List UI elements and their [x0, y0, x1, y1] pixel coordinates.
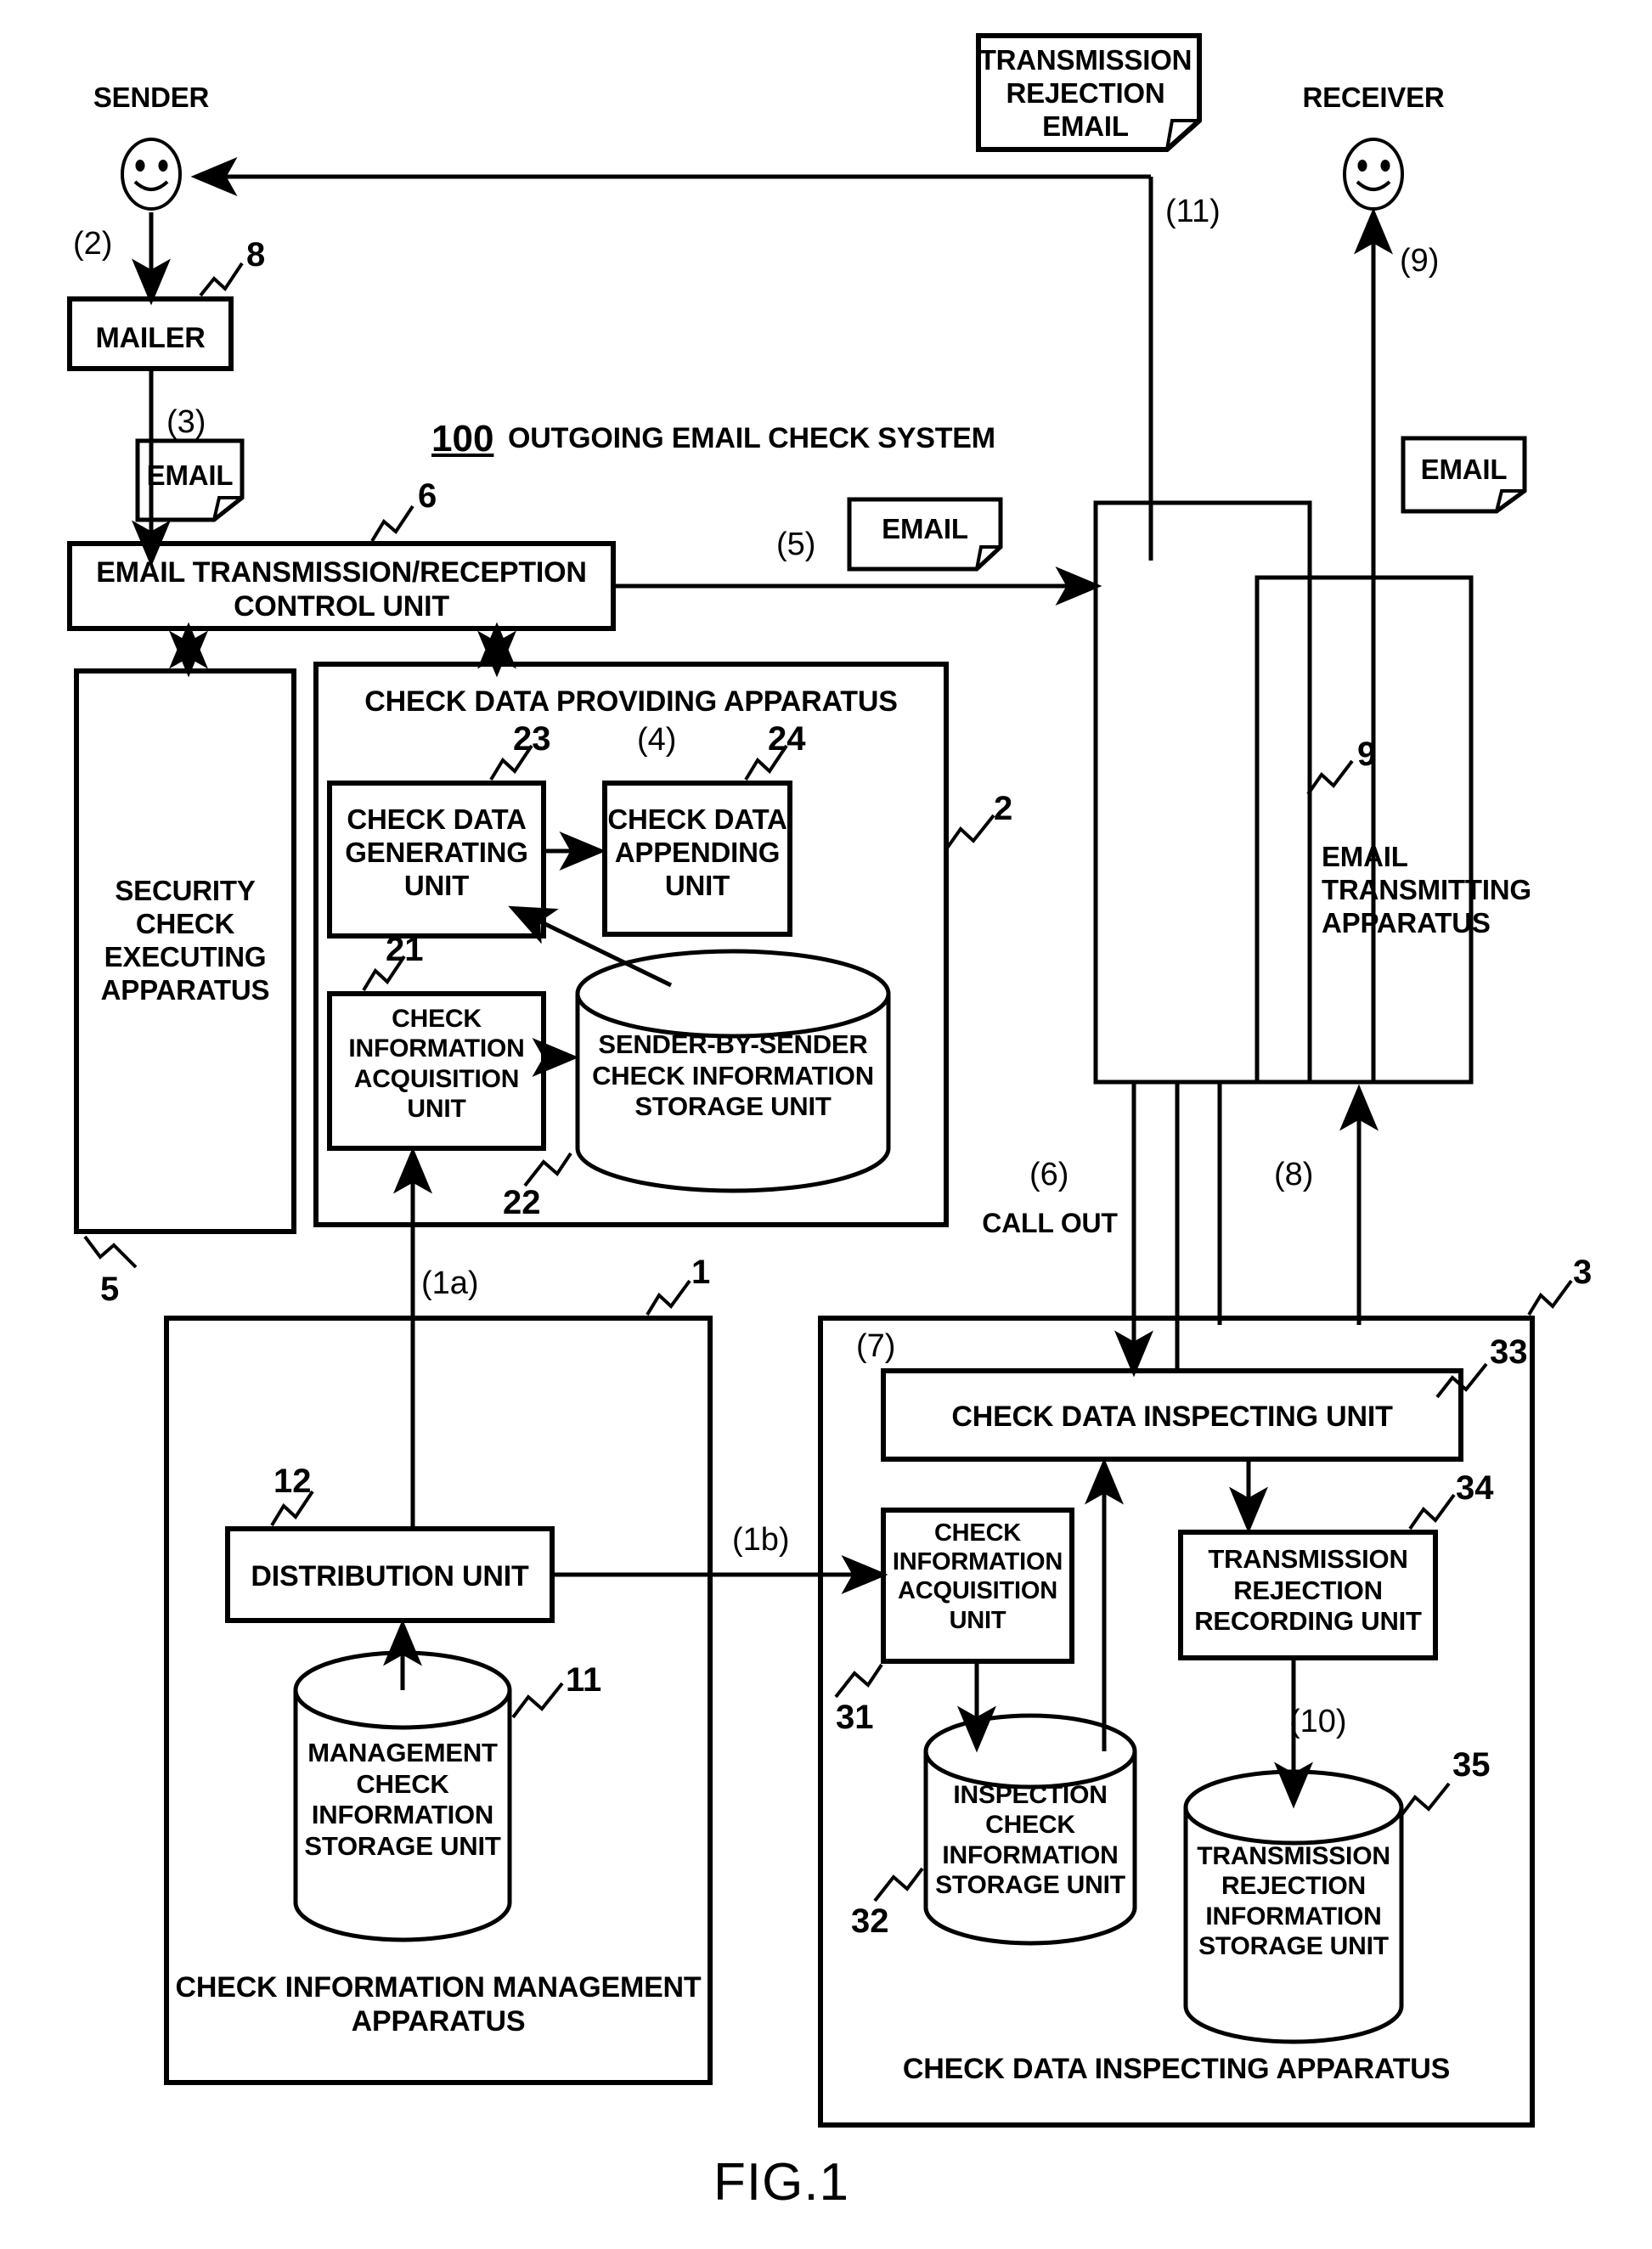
transmission-rejection-recording-unit-label: TRANSMISSION REJECTION RECORDING UNIT — [1194, 1544, 1422, 1637]
ref-32: 32 — [851, 1902, 889, 1940]
ref-24: 24 — [768, 720, 806, 758]
ref-8: 8 — [246, 236, 266, 273]
check-information-management-apparatus-label: CHECK INFORMATION MANAGEMENT APPARATUS — [175, 1971, 702, 2038]
ref-31: 31 — [836, 1699, 874, 1736]
email-control-unit-label: EMAIL TRANSMISSION/RECEPTION CONTROL UNI… — [96, 556, 587, 623]
system-title: OUTGOING EMAIL CHECK SYSTEM — [508, 422, 995, 454]
email-doc-receiver-label: EMAIL — [1420, 454, 1508, 485]
check-data-providing-apparatus-label: CHECK DATA PROVIDING APPARATUS — [364, 685, 898, 718]
distribution-unit-label: DISTRIBUTION UNIT — [251, 1560, 529, 1592]
step-5-label: (5) — [776, 527, 816, 562]
transmission-rejection-storage-label: TRANSMISSION REJECTION INFORMATION STORA… — [1197, 1842, 1390, 1961]
receiver-label: RECEIVER — [1302, 82, 1445, 113]
sender-face-outline — [121, 138, 182, 211]
inspection-check-storage-label: INSPECTION CHECK INFORMATION STORAGE UNI… — [935, 1781, 1125, 1900]
step-1b-label: (1b) — [732, 1522, 790, 1558]
receiver-face-outline — [1343, 138, 1404, 211]
ref-11: 11 — [566, 1661, 602, 1699]
ref-6: 6 — [418, 477, 437, 515]
step-3-label: (3) — [166, 404, 206, 440]
check-data-inspecting-apparatus-label: CHECK DATA INSPECTING APPARATUS — [902, 2053, 1451, 2085]
check-information-acquisition-unit-2-label: CHECK INFORMATION ACQUISITION UNIT — [348, 1005, 525, 1124]
ref-9: 9 — [1357, 736, 1377, 773]
email-doc-3-label: EMAIL — [146, 459, 234, 491]
security-check-apparatus-label: SECURITY CHECK EXECUTING APPARATUS — [100, 875, 270, 1006]
ref-5: 5 — [100, 1271, 120, 1308]
step-9-label: (9) — [1400, 243, 1440, 279]
ref-1: 1 — [691, 1254, 711, 1291]
step-10-label: (10) — [1289, 1704, 1347, 1739]
step-6-label: (6) — [1029, 1157, 1069, 1192]
step-11-label: (11) — [1165, 194, 1221, 229]
ref-22: 22 — [503, 1184, 541, 1221]
step-1a-label: (1a) — [421, 1265, 479, 1301]
check-data-inspecting-unit-label: CHECK DATA INSPECTING UNIT — [951, 1401, 1393, 1433]
ref-34: 34 — [1456, 1469, 1494, 1507]
step-4-label: (4) — [637, 722, 677, 758]
patent-figure-page: SENDER RECEIVER TRANSMISSION REJECTION E… — [0, 0, 1652, 2249]
mailer-box-label: MAILER — [95, 322, 206, 354]
check-information-acquisition-unit-3-label: CHECK INFORMATION ACQUISITION UNIT — [892, 1519, 1063, 1634]
check-data-generating-unit-label: CHECK DATA GENERATING UNIT — [345, 803, 528, 901]
check-data-appending-unit-label: CHECK DATA APPENDING UNIT — [607, 803, 787, 901]
step-7-label: (7) — [856, 1328, 896, 1364]
sender-label: SENDER — [93, 82, 210, 113]
figure-caption: FIG.1 — [713, 2153, 850, 2212]
email-transmitting-apparatus-label: EMAIL TRANSMITTING APPARATUS — [1322, 841, 1531, 938]
sender-by-sender-storage-label: SENDER-BY-SENDER CHECK INFORMATION STORA… — [592, 1029, 874, 1122]
ref-12: 12 — [273, 1463, 312, 1500]
step-2-label: (2) — [73, 226, 113, 262]
ref-33: 33 — [1490, 1333, 1528, 1371]
transmission-rejection-email-doc-label: TRANSMISSION REJECTION EMAIL — [978, 44, 1192, 142]
ref-35: 35 — [1452, 1746, 1491, 1784]
step-8-label: (8) — [1274, 1157, 1314, 1192]
ref-2: 2 — [994, 790, 1013, 827]
ref-3: 3 — [1573, 1254, 1593, 1291]
ref-23: 23 — [513, 720, 551, 758]
management-check-storage-label: MANAGEMENT CHECK INFORMATION STORAGE UNI… — [304, 1738, 501, 1861]
step-6-callout-note: CALL OUT — [982, 1208, 1118, 1238]
diagram-lines-layer — [67, 33, 1573, 2128]
system-number-100: 100 — [431, 418, 494, 459]
email-doc-5-label: EMAIL — [882, 513, 968, 544]
ref-21: 21 — [386, 931, 424, 968]
